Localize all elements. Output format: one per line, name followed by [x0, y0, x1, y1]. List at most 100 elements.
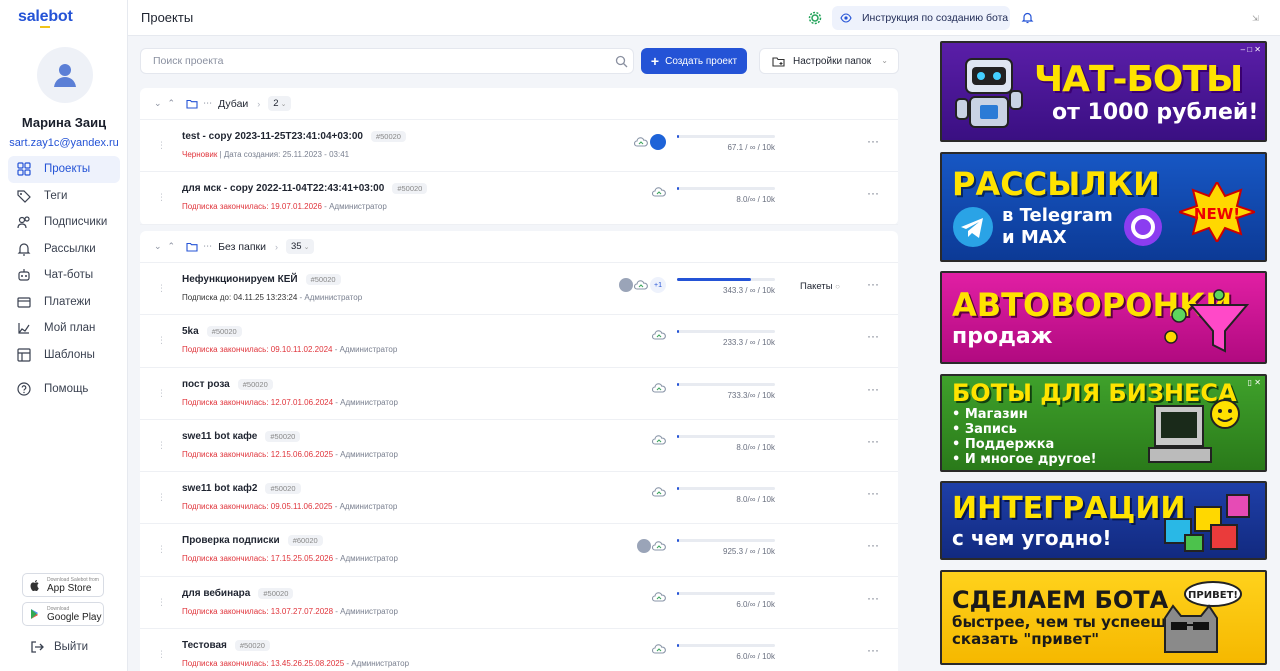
project-name[interactable]: для мск - copy 2022-11-04T22:43:41+03:00 [182, 183, 384, 194]
avatar[interactable] [37, 47, 93, 103]
more-options-icon[interactable]: ··· [867, 486, 879, 500]
project-status: Подписка закончилась: 09.05.11.06.2025 [182, 502, 333, 512]
close-icon[interactable]: – □ ✕ [1241, 45, 1261, 54]
project-name[interactable]: test - copy 2023-11-25T23:41:04+03:00 [182, 131, 363, 142]
folder-settings-button[interactable]: Настройки папок ⌄ [759, 48, 899, 74]
usage-text: 6.0/∞ / 10k [736, 599, 775, 609]
drag-dots-icon[interactable]: ⋯ [203, 241, 212, 252]
search-input[interactable]: Поиск проекта [140, 48, 634, 74]
sidebar-item-label: Чат-боты [44, 269, 94, 282]
instruction-button[interactable]: Инструкция по созданию бота [832, 6, 1010, 30]
drag-dots-icon[interactable]: ⋯ [203, 98, 212, 109]
project-name[interactable]: пост роза [182, 379, 230, 390]
collapse-icon[interactable]: ⇲ [1252, 14, 1259, 23]
chevron-up-icon[interactable]: ⌃ [168, 98, 176, 109]
page-title: Проекты [141, 10, 194, 25]
packages-link[interactable]: Пакеты ○ [800, 281, 840, 292]
avatar[interactable] [618, 277, 634, 293]
project-meta: - Администратор [333, 449, 398, 459]
ad-business-bots[interactable]: БОТЫ ДЛЯ БИЗНЕСА • Магазин • Запись • По… [940, 373, 1267, 472]
project-row[interactable]: ⋮ для мск - copy 2022-11-04T22:43:41+03:… [140, 172, 898, 225]
sidebar-item-help[interactable]: Помощь [8, 376, 120, 403]
project-name[interactable]: swe11 bot каф2 [182, 483, 257, 494]
drag-handle-icon[interactable]: ⋮ [157, 492, 167, 502]
ad-make-bot[interactable]: СДЕЛАЕМ БОТА быстрее, чем ты успеешь ска… [940, 569, 1267, 665]
logo[interactable]: salebot [18, 8, 73, 26]
app-store-button[interactable]: Download Salebot from App Store [22, 573, 104, 597]
drag-handle-icon[interactable]: ⋮ [157, 597, 167, 607]
sidebar-item-templates[interactable]: Шаблоны [8, 342, 120, 369]
logout-button[interactable]: Выйти [30, 640, 88, 654]
avatar[interactable] [636, 538, 652, 555]
cloud-icon [652, 382, 666, 393]
project-row[interactable]: ⋮ для вебинара #50020 Подписка закончилас… [140, 577, 898, 630]
sidebar-item-payments[interactable]: Платежи [8, 289, 120, 316]
collapse-chevron-icon[interactable]: ⌄ [154, 98, 162, 109]
project-name[interactable]: Тестовая [182, 640, 227, 651]
folder-count[interactable]: 35 ⌄ [286, 239, 315, 254]
project-name[interactable]: Проверка подписки [182, 535, 280, 546]
more-options-icon[interactable]: ··· [867, 434, 879, 448]
project-row[interactable]: ⋮ Тестовая #50020 Подписка закончилась: 1… [140, 629, 898, 671]
cloud-icon [652, 541, 666, 552]
more-users-badge[interactable]: +1 [650, 277, 666, 293]
project-row[interactable]: ⋮ 5ka #50020 Подписка закончилась: 09.10.… [140, 315, 898, 368]
project-name[interactable]: для вебинара [182, 588, 250, 599]
more-options-icon[interactable]: ··· [867, 538, 879, 552]
bell-icon[interactable] [1021, 11, 1034, 24]
project-row[interactable]: ⋮ swe11 bot кафе #50020 Подписка закончил… [140, 420, 898, 473]
project-name[interactable]: swe11 bot кафе [182, 431, 257, 442]
drag-handle-icon[interactable]: ⋮ [157, 649, 167, 659]
project-row[interactable]: ⋮ Проверка подписки #60020 Подписка закон… [140, 524, 898, 577]
gear-icon[interactable] [808, 11, 822, 25]
sidebar-item-tag[interactable]: Теги [8, 183, 120, 210]
folder-count[interactable]: 2 ⌄ [268, 96, 292, 111]
project-row[interactable]: ⋮ swe11 bot каф2 #50020 Подписка закончил… [140, 472, 898, 525]
sidebar-item-chatbot[interactable]: Чат-боты [8, 262, 120, 289]
sidebar-item-projects[interactable]: Проекты [8, 156, 120, 183]
project-channels [652, 434, 666, 446]
project-subline: Подписка закончилась: 12.15.06.06.2025 -… [182, 450, 398, 459]
search-icon[interactable] [615, 55, 628, 68]
sidebar-item-subscribers[interactable]: Подписчики [8, 209, 120, 236]
drag-handle-icon[interactable]: ⋮ [157, 440, 167, 450]
more-options-icon[interactable]: ··· [867, 591, 879, 605]
ad-chatbots[interactable]: ЧАТ-БОТЫ от 1000 рублей! – □ ✕ [940, 41, 1267, 142]
sidebar-item-bell[interactable]: Рассылки [8, 236, 120, 263]
more-options-icon[interactable]: ··· [867, 329, 879, 343]
project-row[interactable]: ⋮ test - copy 2023-11-25T23:41:04+03:00 #… [140, 120, 898, 173]
drag-handle-icon[interactable]: ⋮ [157, 140, 167, 150]
drag-handle-icon[interactable]: ⋮ [157, 283, 167, 293]
ad-integrations[interactable]: ИНТЕГРАЦИИ с чем угодно! [940, 481, 1267, 560]
ad-chatbots-subtitle: от 1000 рублей! [1052, 99, 1259, 125]
create-project-button[interactable]: + Создать проект [641, 48, 747, 74]
bot-avatar-icon[interactable] [650, 134, 666, 150]
project-name[interactable]: 5ka [182, 326, 199, 337]
drag-handle-icon[interactable]: ⋮ [157, 544, 167, 554]
google-play-button[interactable]: Download Google Play [22, 602, 104, 626]
project-name[interactable]: Нефункционируем КЕЙ [182, 274, 298, 285]
folder-header[interactable]: ⌄ ⌃ ⋯ Дубаи › 2 ⌄ [140, 88, 898, 120]
drag-handle-icon[interactable]: ⋮ [157, 335, 167, 345]
ad-funnels[interactable]: АВТОВОРОНКИ продаж [940, 271, 1267, 364]
more-options-icon[interactable]: ··· [867, 643, 879, 657]
chevron-up-icon[interactable]: ⌃ [168, 241, 176, 252]
sidebar-item-plan[interactable]: Мой план [8, 315, 120, 342]
more-options-icon[interactable]: ··· [867, 382, 879, 396]
user-email[interactable]: sart.zay1c@yandex.ru [0, 137, 128, 149]
cloud-icon [652, 435, 666, 445]
close-icon[interactable]: ▯ ✕ [1248, 378, 1261, 387]
drag-handle-icon[interactable]: ⋮ [157, 388, 167, 398]
usage-bar [677, 644, 775, 648]
project-row[interactable]: ⋮ пост роза #50020 Подписка закончилась: … [140, 368, 898, 420]
collapse-chevron-icon[interactable]: ⌄ [154, 241, 162, 252]
more-options-icon[interactable]: ··· [867, 277, 879, 291]
more-options-icon[interactable]: ··· [867, 186, 879, 200]
project-status: Подписка закончилась: 09.10.11.02.2024 [182, 345, 333, 355]
project-row[interactable]: ⋮ Нефункционируем КЕЙ #50020 Подписка до:… [140, 263, 898, 316]
more-options-icon[interactable]: ··· [867, 134, 879, 148]
folder-header[interactable]: ⌄ ⌃ ⋯ Без папки › 35 ⌄ [140, 231, 898, 263]
ad-mailings[interactable]: РАССЫЛКИ в Telegram и MAX NEW! [940, 151, 1267, 262]
separator-icon: › [257, 98, 261, 109]
drag-handle-icon[interactable]: ⋮ [157, 192, 167, 202]
